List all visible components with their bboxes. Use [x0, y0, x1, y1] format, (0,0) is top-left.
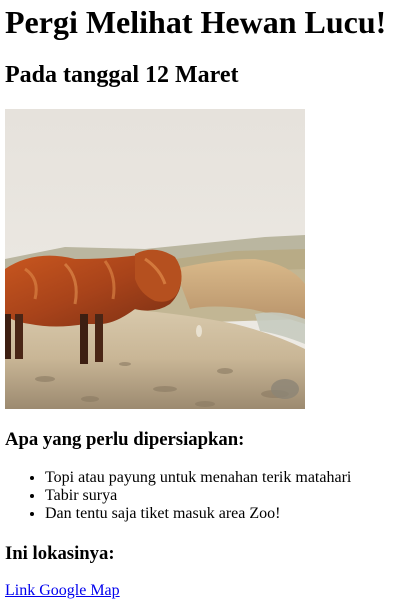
preparation-heading: Apa yang perlu dipersiapkan: [5, 429, 245, 450]
list-item: Dan tentu saja tiket masuk area Zoo! [45, 505, 351, 523]
location-heading: Ini lokasinya: [5, 543, 115, 564]
event-date-subtitle: Pada tanggal 12 Maret [5, 62, 239, 88]
highland-cow-photo [5, 109, 305, 409]
small-animal [196, 325, 202, 337]
list-item: Topi atau payung untuk menahan terik mat… [45, 469, 351, 487]
list-item: Tabir surya [45, 487, 351, 505]
google-map-link[interactable]: Link Google Map [5, 581, 120, 601]
page-title: Pergi Melihat Hewan Lucu! [5, 4, 387, 40]
preparation-list: Topi atau payung untuk menahan terik mat… [5, 469, 351, 523]
